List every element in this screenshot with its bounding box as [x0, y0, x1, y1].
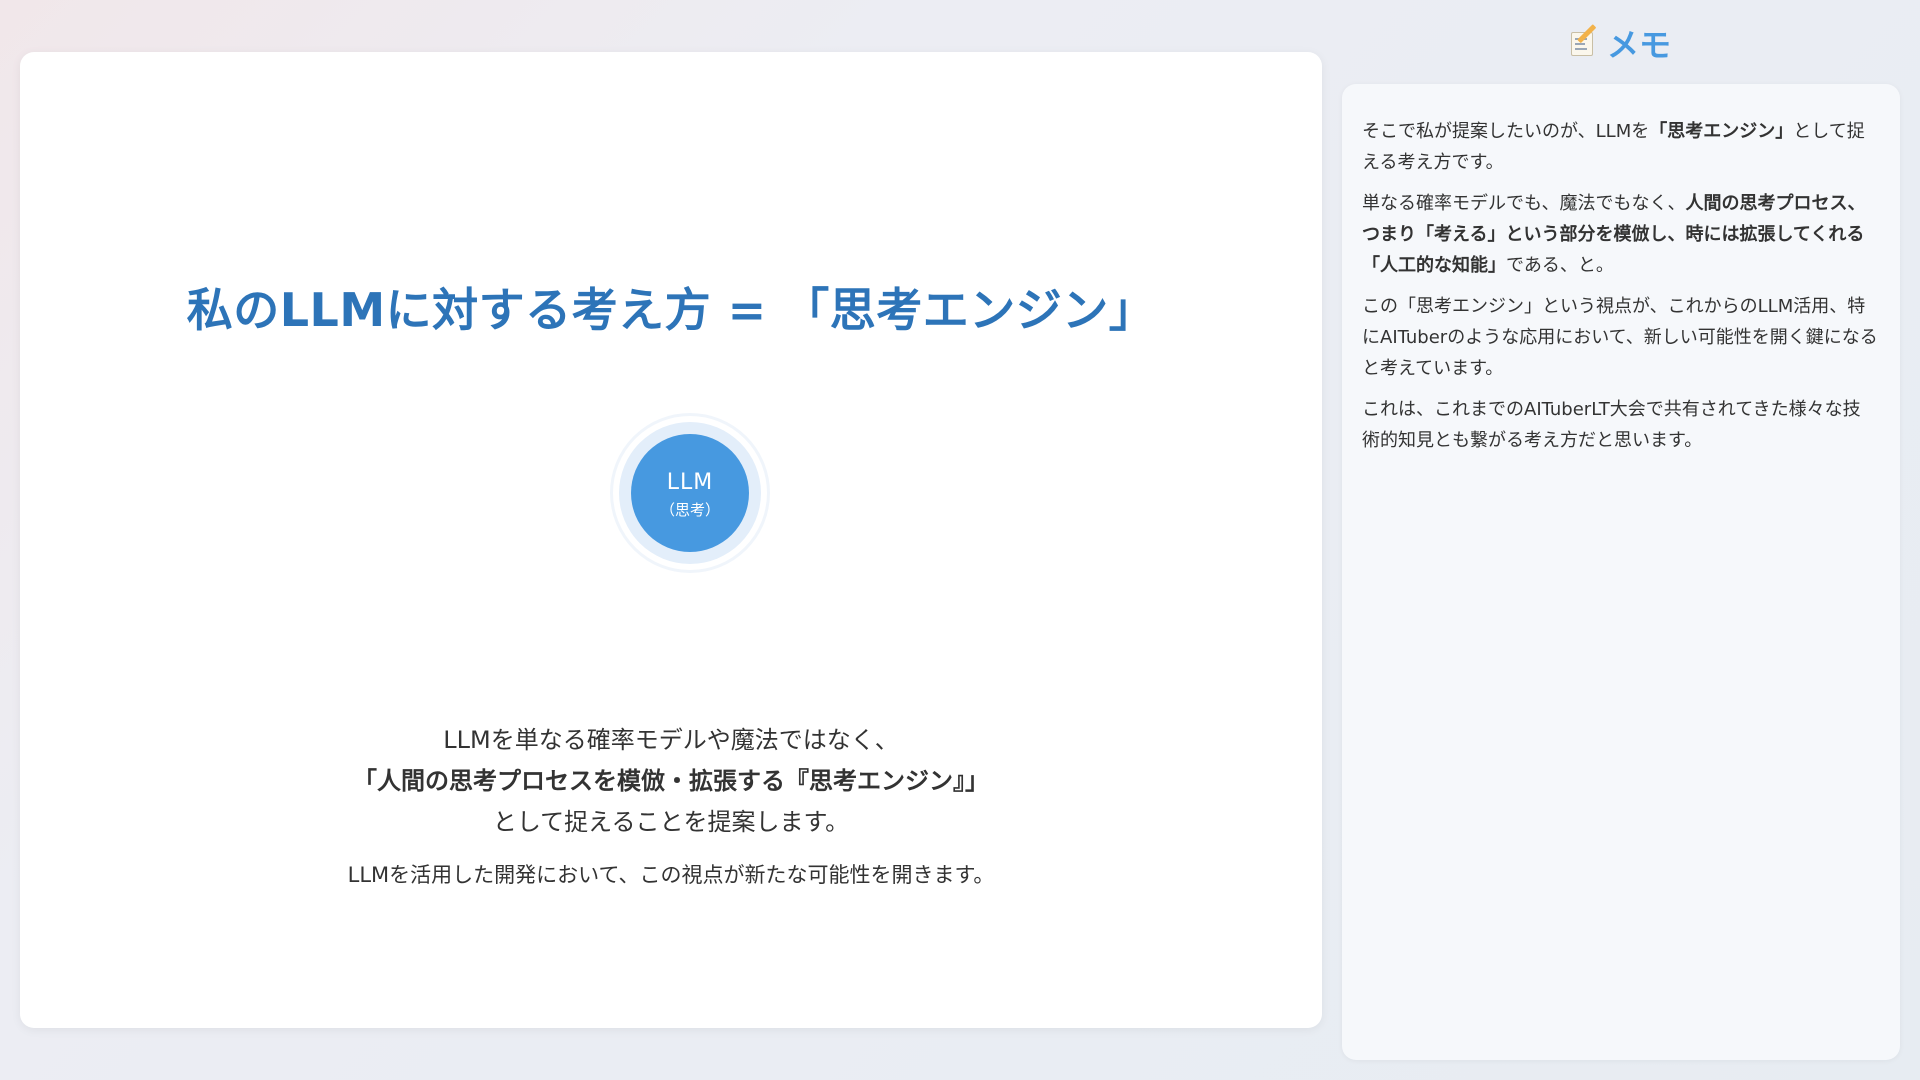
description-line-1: LLMを単なる確率モデルや魔法ではなく、 — [443, 726, 899, 754]
llm-circle: LLM （思考） — [631, 434, 749, 552]
memo-paragraph-2: 単なる確率モデルでも、魔法でもなく、人間の思考プロセス、つまり「考える」という部… — [1362, 193, 1866, 276]
memo-paragraph-1: そこで私が提案したいのが、LLMを「思考エンジン」として捉える考え方です。 — [1362, 121, 1865, 173]
llm-circle-label: LLM — [666, 470, 714, 495]
memo-title: メモ — [1606, 26, 1671, 64]
memo-panel[interactable]: そこで私が提案したいのが、LLMを「思考エンジン」として捉える考え方です。 単な… — [1342, 84, 1900, 1060]
llm-diagram: LLM （思考） — [591, 394, 789, 592]
slide-description: LLMを単なる確率モデルや魔法ではなく、 「人間の思考プロセスを模倣・拡張する『… — [20, 720, 1322, 843]
memo-paragraph-4: これは、これまでのAITuberLT大会で共有されてきた様々な技術的知見とも繋が… — [1362, 399, 1861, 451]
slide-subtext: LLMを活用した開発において、この視点が新たな可能性を開きます。 — [347, 863, 995, 887]
memo-paragraph-3: この「思考エンジン」という視点が、これからのLLM活用、特にAITuberのよう… — [1362, 296, 1878, 379]
description-line-2: 「人間の思考プロセスを模倣・拡張する『思考エンジン』」 — [353, 767, 989, 795]
slide-panel: 私のLLMに対する考え方 = 「思考エンジン」 LLM （思考） LLMを単なる… — [20, 52, 1322, 1028]
memo-header: メモ — [1342, 20, 1898, 66]
description-line-3: として捉えることを提案します。 — [492, 808, 850, 836]
memo-pencil-icon — [1569, 24, 1597, 57]
llm-circle-sublabel: （思考） — [659, 501, 720, 519]
slide-title: 私のLLMに対する考え方 = 「思考エンジン」 — [186, 283, 1156, 337]
